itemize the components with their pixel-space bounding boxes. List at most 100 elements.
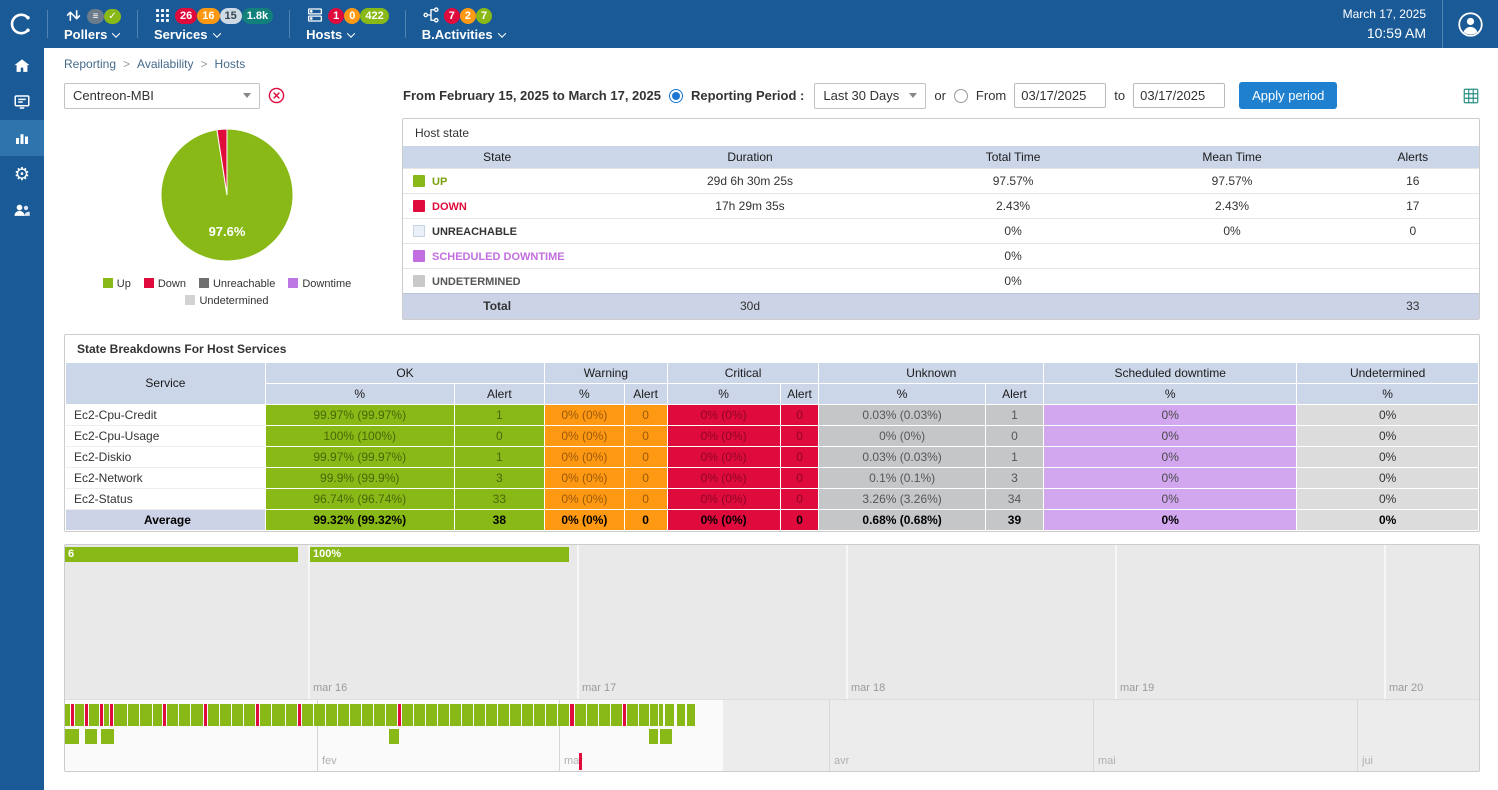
export-grid-icon	[1462, 87, 1480, 105]
service-name: Ec2-Cpu-Credit	[66, 405, 265, 425]
up-segment	[474, 704, 485, 726]
breadcrumb: Reporting > Availability > Hosts	[44, 48, 1498, 75]
overview-gridline	[1093, 700, 1094, 771]
clock: March 17, 2025 10:59 AM	[1343, 0, 1442, 48]
up-segment	[510, 704, 521, 726]
host-state-panel: Host state StateDurationTotal TimeMean T…	[402, 118, 1480, 320]
host-filter-select[interactable]: Centreon-MBI	[64, 83, 260, 109]
total-cell: 30d	[591, 294, 908, 319]
sidebar-item-reporting[interactable]	[0, 120, 44, 156]
critical-alert: 0	[781, 426, 819, 446]
host-state-row: UNREACHABLE0%0%0	[403, 219, 1479, 244]
clear-filter-button[interactable]	[268, 87, 285, 104]
from-label: From	[976, 88, 1006, 103]
export-report-button[interactable]	[1462, 87, 1480, 105]
state-cell: UP	[403, 169, 591, 194]
unknown-percent: 0.03% (0.03%)	[819, 405, 984, 425]
unknown-percent: 0.68% (0.68%)	[819, 510, 984, 530]
host-state-total-row: Total30d33	[403, 294, 1479, 319]
current-date: March 17, 2025	[1343, 7, 1426, 21]
sidebar-item-monitoring[interactable]	[0, 84, 44, 120]
up-segment	[402, 704, 413, 726]
sidebar-item-home[interactable]	[0, 48, 44, 84]
timeline-gridline	[1384, 545, 1386, 699]
duration-cell	[591, 269, 908, 294]
to-date-input[interactable]	[1133, 83, 1225, 108]
up-segment	[101, 729, 114, 744]
up-segment	[665, 704, 674, 726]
warning-alert: 0	[625, 468, 667, 488]
timeline-chart[interactable]: mar 16mar 17mar 18mar 19mar 206100%	[65, 545, 1479, 699]
ok-percent: 99.97% (99.97%)	[266, 405, 454, 425]
unknown-alert: 0	[986, 426, 1043, 446]
unknown-alert: 39	[986, 510, 1043, 530]
breadcrumb-link-availability[interactable]: Availability	[137, 57, 193, 71]
counter-badge: 7	[476, 8, 492, 24]
state-label: UNREACHABLE	[432, 226, 517, 238]
breakdown-row: Ec2-Cpu-Usage100% (100%)00% (0%)00% (0%)…	[66, 426, 1478, 446]
poller-latency-status-icon: ✓	[104, 9, 121, 24]
up-segment	[272, 704, 285, 726]
ok-alert: 1	[455, 405, 545, 425]
critical-percent: 0% (0%)	[668, 426, 780, 446]
menu-hosts[interactable]: 10422 Hosts	[293, 0, 402, 48]
down-segment	[256, 704, 259, 726]
breadcrumb-separator: >	[201, 57, 208, 71]
warning-alert: 0	[625, 426, 667, 446]
breadcrumb-separator: >	[123, 57, 130, 71]
up-segment	[649, 729, 658, 744]
timeline-date-label: mar 19	[1120, 682, 1154, 694]
state-swatch	[413, 225, 425, 237]
ok-alert: 38	[455, 510, 545, 530]
availability-bar: 100%	[310, 547, 569, 562]
mean-time-cell	[1117, 244, 1346, 269]
critical-percent: 0% (0%)	[668, 447, 780, 467]
breakdown-sub-header: %	[668, 384, 780, 404]
breadcrumb-link-reporting[interactable]: Reporting	[64, 57, 116, 71]
total-time-cell: 97.57%	[909, 169, 1118, 194]
alerts-cell: 16	[1347, 169, 1479, 194]
sidebar-item-administration[interactable]	[0, 192, 44, 228]
centreon-logo[interactable]	[0, 0, 44, 48]
host-state-column-header: Alerts	[1347, 146, 1479, 169]
custom-range-radio[interactable]	[954, 89, 968, 103]
up-segment	[179, 704, 190, 726]
users-icon	[12, 200, 32, 220]
up-segment	[65, 729, 79, 744]
user-menu[interactable]	[1442, 0, 1498, 48]
ok-alert: 33	[455, 489, 545, 509]
period-select[interactable]: Last 30 Days	[814, 83, 926, 109]
breadcrumb-link-hosts[interactable]: Hosts	[215, 57, 246, 71]
up-segment	[587, 704, 598, 726]
reporting-period-radio[interactable]	[669, 89, 683, 103]
host-filter-value: Centreon-MBI	[73, 88, 154, 103]
breakdown-group-header: Scheduled downtime	[1044, 363, 1296, 383]
timeline-gridline	[308, 545, 310, 699]
apply-period-button[interactable]: Apply period	[1239, 82, 1337, 109]
service-name: Ec2-Cpu-Usage	[66, 426, 265, 446]
critical-alert: 0	[781, 468, 819, 488]
timeline-overview-brush[interactable]: fevmaravrmaijui	[65, 699, 1479, 771]
total-time-cell: 2.43%	[909, 194, 1118, 219]
from-date-input[interactable]	[1014, 83, 1106, 108]
services-icon	[154, 7, 171, 24]
host-state-column-header: Duration	[591, 146, 908, 169]
warning-alert: 0	[625, 489, 667, 509]
timeline-date-label: mar 20	[1389, 682, 1423, 694]
legend-label: Unreachable	[213, 278, 275, 290]
ok-percent: 96.74% (96.74%)	[266, 489, 454, 509]
up-segment	[462, 704, 473, 726]
legend-item-unreachable: Unreachable	[199, 278, 275, 290]
menu-bactivities[interactable]: 727 B.Activities	[409, 0, 518, 48]
legend-item-up: Up	[103, 278, 131, 290]
breakdown-row: Ec2-Cpu-Credit99.97% (99.97%)10% (0%)00%…	[66, 405, 1478, 425]
sidebar-item-configuration[interactable]: ⚙	[0, 156, 44, 192]
menu-services[interactable]: 2616151.8k Services	[141, 0, 286, 48]
separator	[405, 10, 406, 38]
unknown-percent: 3.26% (3.26%)	[819, 489, 984, 509]
warning-percent: 0% (0%)	[545, 426, 623, 446]
breakdown-group-header-row: ServiceOKWarningCriticalUnknownScheduled…	[66, 363, 1478, 383]
up-segment	[302, 704, 313, 726]
menu-pollers[interactable]: ≡✓ Pollers	[51, 0, 134, 48]
host-state-pie-chart: 97.6% UpDownUnreachableDowntimeUndetermi…	[64, 118, 390, 307]
